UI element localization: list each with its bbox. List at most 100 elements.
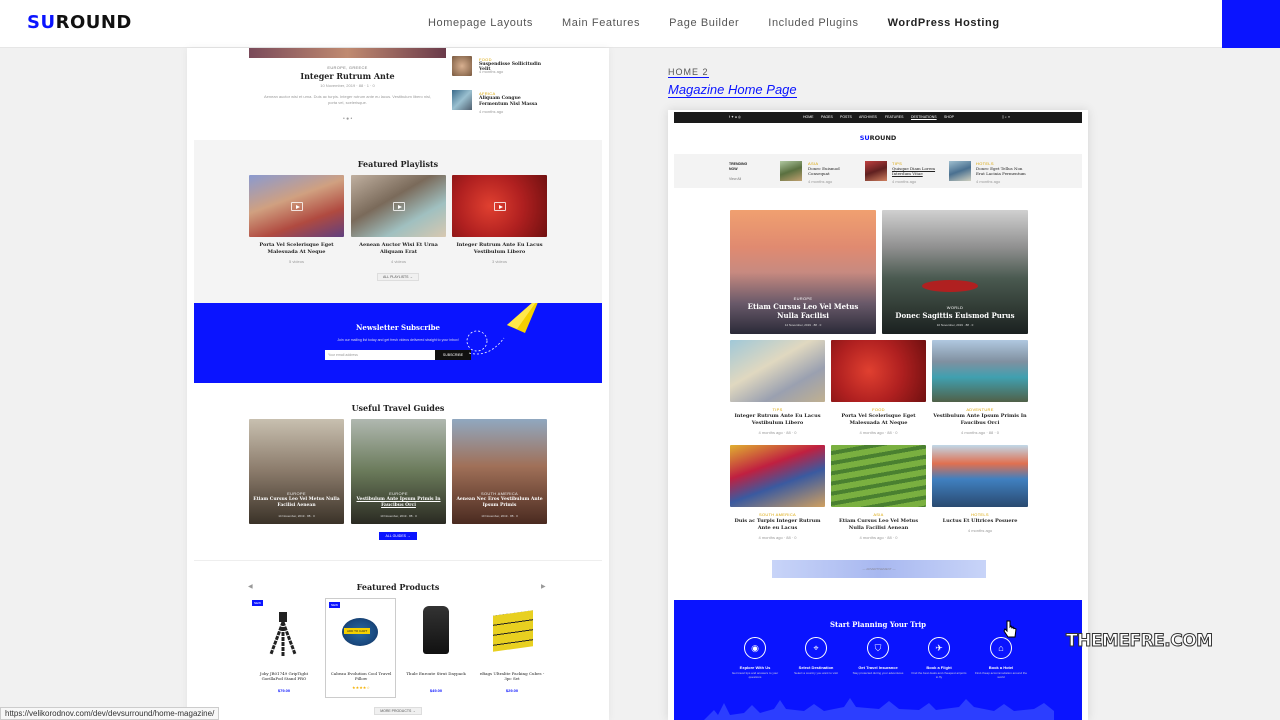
tripod-image[interactable] <box>265 610 301 658</box>
product-card-hover[interactable] <box>325 598 396 698</box>
big-post-card[interactable]: WORLD Donec Sagittis Euismod Purus 10 No… <box>882 210 1028 334</box>
preview-nav-item[interactable]: SHOP <box>944 115 954 119</box>
home1-preview[interactable]: EUROPE, GREECE Integer Rutrum Ante 10 No… <box>187 48 609 720</box>
planning-title: Start Planning Your Trip <box>829 620 927 629</box>
grid-post-title[interactable]: Integer Rutrum Ante Eu Lacus Vestibulum … <box>730 413 825 427</box>
nav-page-builder[interactable]: Page Builder <box>669 17 739 29</box>
product-price: $29.00 <box>505 688 519 693</box>
nav-main-features[interactable]: Main Features <box>562 17 640 29</box>
grid-post-thumb[interactable] <box>730 340 825 402</box>
playlist-thumb[interactable] <box>249 175 344 237</box>
grid-post-meta: 4 months ago · 88 · 0 <box>960 430 1000 435</box>
more-products-button[interactable]: MORE PRODUCTS → <box>374 707 422 715</box>
email-field[interactable]: Your email address <box>325 350 435 360</box>
product-title[interactable]: Thule Enroute Strut Daypack <box>403 671 469 676</box>
nav-included-plugins[interactable]: Included Plugins <box>768 17 858 29</box>
guide-title[interactable]: Vestibulum Ante Ipsum Primis In Faucibus… <box>351 497 446 509</box>
canoe-shape <box>922 280 978 292</box>
nav-wordpress-hosting[interactable]: WordPress Hosting <box>888 17 1000 29</box>
grid-post-thumb[interactable] <box>932 340 1028 402</box>
big-post-meta: 14 November, 2019 · 88 · 0 <box>784 323 822 327</box>
grid-post-title[interactable]: Vestibulum Ante Ipsum Primis In Faucibus… <box>932 413 1028 427</box>
guide-category: SOUTH AMERICA <box>480 491 518 496</box>
view-all-link[interactable]: View All <box>729 177 741 181</box>
trending-thumb <box>949 161 971 181</box>
playlist-meta: 4 videos <box>391 259 406 264</box>
social-icons[interactable]: f ✦ ● ◎ <box>729 115 741 119</box>
top-bar: SUROUND Homepage Layouts Main Features P… <box>0 0 1280 48</box>
playlist-thumb[interactable] <box>452 175 547 237</box>
guide-card[interactable]: SOUTH AMERICA Aenean Nec Eros Vestibulum… <box>452 419 547 524</box>
section-title: Featured Playlists <box>357 159 439 169</box>
side-post-thumb <box>452 56 472 76</box>
playlist-title[interactable]: Porta Vel Scelerisque Eget Malesuada At … <box>249 242 344 256</box>
step-title: Book a Flight <box>926 665 952 670</box>
grid-post-thumb[interactable] <box>831 445 926 507</box>
product-title[interactable]: Joby JB01749 GripTight GorillaPod Stand … <box>251 671 317 681</box>
grid-post-title[interactable]: Duis ac Turpis Integer Rutrum Ante eu La… <box>730 518 825 532</box>
ad-banner[interactable]: — ADVERTISEMENT — <box>772 560 986 578</box>
backpack-image[interactable] <box>423 606 449 654</box>
menu-tab[interactable] <box>1222 0 1280 48</box>
preview-nav-item[interactable]: PAGES <box>821 115 833 119</box>
guide-title[interactable]: Aenean Nec Eros Vestibulum Ante Ipsum Pr… <box>452 497 547 509</box>
guide-category: EUROPE <box>287 491 306 496</box>
divider <box>194 560 602 561</box>
post-meta: 10 November, 2019 · 88 · 1 · 0 <box>320 83 375 88</box>
slider-dots[interactable]: • ● • <box>343 116 352 122</box>
trending-title[interactable]: Donec Euismod Consequat <box>808 166 853 176</box>
playlist-title[interactable]: Integer Rutrum Ante Eu Lacus Vestibulum … <box>452 242 547 256</box>
trending-thumb <box>865 161 887 181</box>
preview-nav-item[interactable]: ARCHIVES <box>859 115 877 119</box>
packing-cubes-image[interactable] <box>493 610 533 652</box>
grid-post-title[interactable]: Etiam Cursus Leo Vel Metus Nulla Facilis… <box>831 518 926 532</box>
add-to-cart-button[interactable]: ADD TO CART <box>344 628 371 634</box>
guide-card[interactable]: EUROPE Vestibulum Ante Ipsum Primis In F… <box>351 419 446 524</box>
watermark: THEMEFRE.COM <box>1066 631 1214 652</box>
grid-post-title[interactable]: Luctus Et Ultrices Posuere <box>932 518 1028 525</box>
side-post-time: 4 months ago <box>479 109 504 114</box>
step-title: Select Destination <box>798 665 834 670</box>
guide-card[interactable]: EUROPE Etiam Cursus Leo Vel Metus Nulla … <box>249 419 344 524</box>
grid-post-category: HOTELS <box>971 512 989 517</box>
product-title[interactable]: eBags Ultralite Packing Cubes - 3pc Set <box>479 671 545 681</box>
grid-post-thumb[interactable] <box>932 445 1028 507</box>
trending-title[interactable]: Quisque Diam Lorem Interdum Vitae <box>892 166 940 176</box>
nav-homepage-layouts[interactable]: Homepage Layouts <box>428 17 533 29</box>
main-nav: Homepage Layouts Main Features Page Buil… <box>428 17 1029 29</box>
grid-post-thumb[interactable] <box>730 445 825 507</box>
playlist-thumb[interactable] <box>351 175 446 237</box>
preview-nav-item[interactable]: POSTS <box>840 115 852 119</box>
grid-post-meta: 4 months ago · 88 · 0 <box>758 430 797 435</box>
preview-tools-icons[interactable]: ▯ ⌕ ≡ <box>1002 115 1010 119</box>
all-playlists-button[interactable]: ALL PLAYLISTS → <box>377 273 419 281</box>
all-guides-button[interactable]: ALL GUIDES → <box>379 532 417 540</box>
preview-nav-item[interactable]: FEATURES <box>885 115 903 119</box>
grid-post-category: ADVENTURE <box>966 407 994 412</box>
product-title[interactable]: Cabeau Evolution Cool Travel Pillow <box>329 671 393 681</box>
grid-post-category: ASIA <box>873 512 884 517</box>
big-post-title[interactable]: Donec Sagittis Euismod Purus <box>882 311 1028 320</box>
post-title[interactable]: Integer Rutrum Ante <box>249 71 446 81</box>
grid-post-title[interactable]: Porta Vel Scelerisque Eget Malesuada At … <box>831 413 926 427</box>
playlist-title[interactable]: Aenean Auctor Wisi Et Urna Aliquam Erat <box>351 242 446 256</box>
big-post-card[interactable]: EUROPE Etiam Cursus Leo Vel Metus Nulla … <box>730 210 876 334</box>
guide-title[interactable]: Etiam Cursus Leo Vel Metus Nulla Facilis… <box>249 497 344 509</box>
preview-nav: f ✦ ● ◎ HOME PAGES POSTS ARCHIVES FEATUR… <box>674 112 1082 123</box>
grid-post-meta: 4 months ago · 88 · 0 <box>859 535 898 540</box>
preview-nav-item[interactable]: DESTINATIONS <box>911 115 937 119</box>
grid-post-category: TIPS <box>772 407 783 412</box>
grid-post-thumb[interactable] <box>831 340 926 402</box>
post-category: EUROPE, GREECE <box>327 65 368 70</box>
preview-nav-item[interactable]: HOME <box>803 115 814 119</box>
side-post-title[interactable]: Aliquam Congue Fermentum Nisl Massa <box>479 96 549 108</box>
logo[interactable]: SUROUND <box>27 12 132 33</box>
new-badge: NEW <box>252 600 263 606</box>
trending-title[interactable]: Donec Eget Tellus Non Erat Lacinia Ferme… <box>976 166 1031 176</box>
home2-preview[interactable]: f ✦ ● ◎ HOME PAGES POSTS ARCHIVES FEATUR… <box>668 110 1088 720</box>
step-title: Explore With Us <box>739 665 771 670</box>
post-image <box>249 48 446 58</box>
magazine-home-link[interactable]: Magazine Home Page <box>668 82 797 98</box>
big-post-title[interactable]: Etiam Cursus Leo Vel Metus Nulla Facilis… <box>730 302 876 320</box>
preview-logo[interactable]: SUROUND <box>668 134 1088 142</box>
